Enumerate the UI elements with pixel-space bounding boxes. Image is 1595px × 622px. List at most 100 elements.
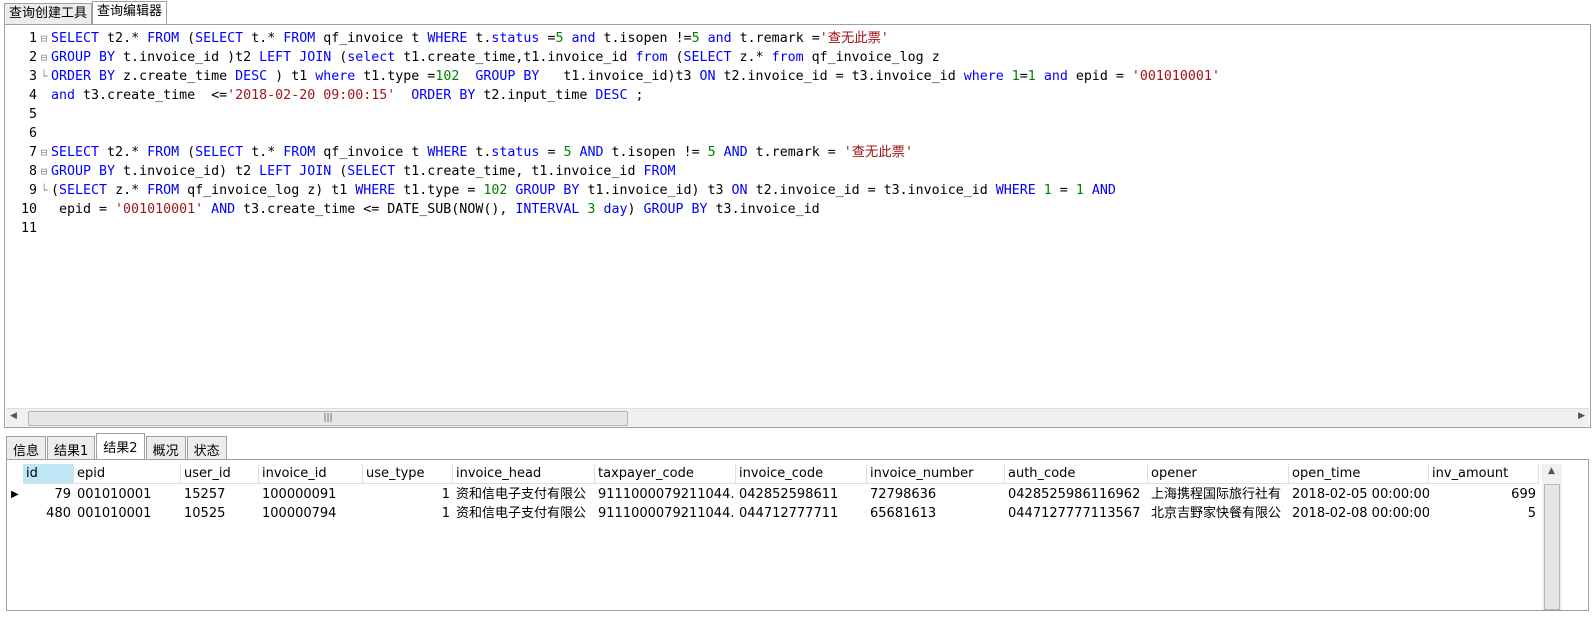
horizontal-scrollbar[interactable]: ◀ ||| ▶ bbox=[6, 408, 1589, 427]
fold-gutter bbox=[37, 86, 51, 105]
table-cell[interactable]: 上海携程国际旅行社有 bbox=[1148, 485, 1289, 505]
code-token: t1.type = bbox=[395, 183, 484, 198]
tab-0[interactable]: 查询创建工具 bbox=[4, 3, 93, 24]
code-token: FROM bbox=[283, 31, 316, 46]
code-token: and bbox=[51, 88, 76, 103]
code-token: epid = bbox=[1067, 69, 1132, 84]
table-cell[interactable]: 2018-02-08 00:00:00 bbox=[1289, 504, 1429, 524]
table-cell[interactable]: 1 bbox=[363, 485, 453, 505]
table-cell[interactable]: 5 bbox=[1429, 504, 1539, 524]
code-line: 7 ⊟ SELECT t2.* FROM (SELECT t.* FROM qf_i… bbox=[5, 143, 1220, 162]
code-token: and bbox=[1043, 69, 1068, 84]
tab-1[interactable]: 查询编辑器 bbox=[92, 1, 168, 24]
table-cell[interactable]: 72798636 bbox=[867, 485, 1005, 505]
result-tab-0[interactable]: 信息 bbox=[6, 436, 47, 459]
table-cell[interactable]: 9111000079211044. bbox=[595, 504, 736, 524]
code-token: = bbox=[1051, 183, 1076, 198]
scroll-left-icon[interactable]: ◀ bbox=[10, 411, 17, 421]
fold-marker-icon[interactable]: ⊟ bbox=[37, 48, 51, 67]
table-cell[interactable]: 资和信电子支付有限公 bbox=[453, 504, 595, 524]
table-cell[interactable]: 10525 bbox=[181, 504, 259, 524]
table-cell[interactable]: 044712777711 bbox=[736, 504, 867, 524]
scrollbar-thumb[interactable] bbox=[1544, 484, 1560, 610]
column-header-user_id[interactable]: user_id bbox=[181, 464, 259, 483]
result-tab-4[interactable]: 状态 bbox=[186, 436, 227, 459]
code-token: SELECT bbox=[51, 145, 100, 160]
code-line: 6 bbox=[5, 124, 1220, 143]
code-token: t. bbox=[467, 145, 492, 160]
code-token: t.* bbox=[243, 31, 284, 46]
table-cell[interactable]: 100000091 bbox=[259, 485, 363, 505]
code-token: AND bbox=[1091, 183, 1116, 198]
table-cell[interactable]: 0428525986116962 bbox=[1005, 485, 1148, 505]
table-cell[interactable]: 资和信电子支付有限公 bbox=[453, 485, 595, 505]
code-token: ( bbox=[179, 145, 196, 160]
code-token: SELECT bbox=[347, 164, 396, 179]
column-header-taxpayer_code[interactable]: taxpayer_code bbox=[595, 464, 736, 483]
code-token: SELECT bbox=[51, 31, 100, 46]
result-tab-2[interactable]: 结果2 bbox=[96, 433, 145, 459]
column-header-invoice_code[interactable]: invoice_code bbox=[736, 464, 867, 483]
column-header-epid[interactable]: epid bbox=[74, 464, 181, 483]
code-line: 2 ⊟ GROUP BY t.invoice_id )t2 LEFT JOIN (s… bbox=[5, 48, 1220, 67]
code-line: 3 └ ORDER BY z.create_time DESC ) t1 where… bbox=[5, 67, 1220, 86]
table-cell[interactable]: 1 bbox=[363, 504, 453, 524]
table-row[interactable]: 79 001010001 15257 100000091 1 资和信电子支付有限公 9111… bbox=[23, 485, 1539, 505]
code-line: 9 └ (SELECT z.* FROM qf_invoice_log z) t1 … bbox=[5, 181, 1220, 200]
table-cell[interactable]: 100000794 bbox=[259, 504, 363, 524]
scroll-right-icon[interactable]: ▶ bbox=[1578, 411, 1585, 421]
code-token: 1 bbox=[1075, 183, 1084, 198]
column-header-open_time[interactable]: open_time bbox=[1289, 464, 1429, 483]
code-token: epid = bbox=[51, 202, 116, 217]
code-line: 1 ⊟ SELECT t2.* FROM (SELECT t.* FROM qf_i… bbox=[5, 29, 1220, 48]
code-token: DESC bbox=[595, 88, 628, 103]
column-header-opener[interactable]: opener bbox=[1148, 464, 1289, 483]
vertical-scrollbar[interactable]: ▲ bbox=[1542, 464, 1562, 610]
column-header-invoice_id[interactable]: invoice_id bbox=[259, 464, 363, 483]
code-token: AND bbox=[723, 145, 748, 160]
code-token: qf_invoice t bbox=[315, 31, 428, 46]
table-cell[interactable]: 0447127777113567 bbox=[1005, 504, 1148, 524]
line-number: 1 bbox=[28, 31, 37, 46]
table-cell[interactable]: 480 bbox=[23, 504, 74, 524]
column-header-inv_amount[interactable]: inv_amount bbox=[1429, 464, 1539, 483]
fold-marker-icon[interactable]: ⊟ bbox=[37, 143, 51, 162]
result-grid[interactable]: id epid user_id invoice_id use_type invoice_h… bbox=[6, 459, 1589, 611]
code-token: t.remark = bbox=[747, 145, 844, 160]
table-cell[interactable]: 79 bbox=[23, 485, 74, 505]
scrollbar-thumb[interactable]: ||| bbox=[28, 411, 628, 426]
code-token: from bbox=[635, 50, 668, 65]
fold-marker-icon[interactable]: ⊟ bbox=[37, 162, 51, 181]
sql-editor[interactable]: 1 ⊟ SELECT t2.* FROM (SELECT t.* FROM qf_i… bbox=[4, 24, 1591, 428]
column-header-invoice_head[interactable]: invoice_head bbox=[453, 464, 595, 483]
line-number: 10 bbox=[20, 202, 37, 217]
table-cell[interactable]: 15257 bbox=[181, 485, 259, 505]
table-cell[interactable]: 001010001 bbox=[74, 485, 181, 505]
code-token: ; bbox=[627, 88, 644, 103]
fold-marker-icon[interactable]: ⊟ bbox=[37, 29, 51, 48]
line-number: 9 bbox=[28, 183, 37, 198]
table-cell[interactable]: 2018-02-05 00:00:00 bbox=[1289, 485, 1429, 505]
table-cell[interactable]: 042852598611 bbox=[736, 485, 867, 505]
column-header-id[interactable]: id bbox=[23, 464, 74, 483]
scroll-up-icon[interactable]: ▲ bbox=[1548, 466, 1555, 476]
table-cell[interactable]: 北京吉野家快餐有限公 bbox=[1148, 504, 1289, 524]
code-token: 102 bbox=[483, 183, 508, 198]
table-row[interactable]: 480 001010001 10525 100000794 1 资和信电子支付有限公 911… bbox=[23, 504, 1539, 524]
table-cell[interactable]: 001010001 bbox=[74, 504, 181, 524]
table-cell[interactable]: 9111000079211044. bbox=[595, 485, 736, 505]
code-token: AND bbox=[211, 202, 236, 217]
column-header-auth_code[interactable]: auth_code bbox=[1005, 464, 1148, 483]
code-area[interactable]: 1 ⊟ SELECT t2.* FROM (SELECT t.* FROM qf_i… bbox=[5, 29, 1220, 238]
code-token: 1 bbox=[1011, 69, 1020, 84]
result-tab-3[interactable]: 概况 bbox=[145, 436, 186, 459]
table-cell[interactable]: 65681613 bbox=[867, 504, 1005, 524]
table-cell[interactable]: 699 bbox=[1429, 485, 1539, 505]
fold-gutter bbox=[37, 219, 51, 238]
column-header-invoice_number[interactable]: invoice_number bbox=[867, 464, 1005, 483]
code-line: 10 epid = '001010001' AND t3.create_time… bbox=[5, 200, 1220, 219]
column-header-use_type[interactable]: use_type bbox=[363, 464, 453, 483]
result-tab-1[interactable]: 结果1 bbox=[47, 436, 96, 459]
